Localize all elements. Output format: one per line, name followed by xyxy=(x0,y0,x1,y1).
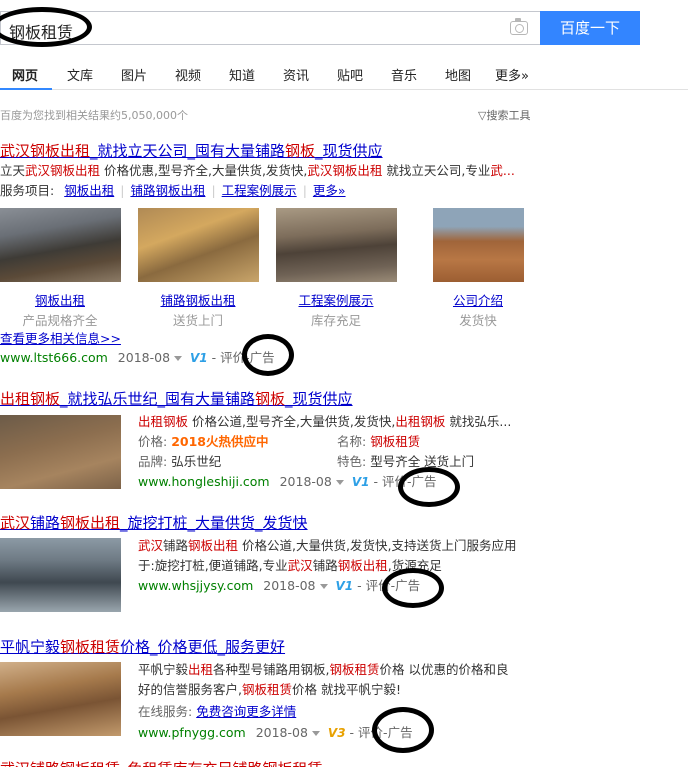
dropdown-arrow-icon[interactable] xyxy=(174,356,183,361)
thumb-caption-sub: 送货上门 xyxy=(172,313,223,328)
search-tools-button[interactable]: ▽搜索工具 xyxy=(478,107,530,123)
tab-tieba[interactable]: 贴吧 xyxy=(337,65,363,84)
result-4-title[interactable]: 平帆宁毅钢板租赁价格_价格更低_服务更好 xyxy=(0,636,285,657)
dropdown-arrow-icon[interactable] xyxy=(319,584,328,589)
result-1-services: 服务项目: 钢板出租 | 铺路钢板出租 | 工程案例展示 | 更多» xyxy=(0,183,346,198)
result-2-desc: 出租钢板 价格公道,型号齐全,大量供货,发货快,出租钢板 就找弘乐... xyxy=(138,414,512,429)
thumb-caption-sub: 库存充足 xyxy=(310,313,361,328)
result-1-meta: www.ltst666.com 2018-08 V1 - 评价-广告 xyxy=(0,350,275,365)
tab-music[interactable]: 音乐 xyxy=(391,65,417,84)
result-5-title-partial[interactable]: 武汉铺路钢板租赁_免租赁库存充足铺路钢板租赁 xyxy=(0,758,323,767)
verified-badge-icon[interactable]: V3 xyxy=(328,726,346,740)
camera-icon[interactable] xyxy=(510,18,528,35)
result-4-desc-line1: 平帆宁毅出租各种型号铺路用钢板,钢板租赁价格 以优惠的价格和良 xyxy=(138,662,509,677)
more-info-link[interactable]: 查看更多相关信息>> xyxy=(0,329,121,349)
search-tabs: 网页 文库 图片 视频 知道 资讯 贴吧 音乐 地图 更多» xyxy=(0,54,688,90)
result-1-thumb-3[interactable] xyxy=(276,208,397,282)
tab-images[interactable]: 图片 xyxy=(121,65,147,84)
result-url[interactable]: www.ltst666.com xyxy=(0,350,108,365)
circle-annotation xyxy=(382,568,444,608)
tab-web[interactable]: 网页 xyxy=(12,65,38,84)
result-2-brand: 品牌: 弘乐世纪 xyxy=(138,454,222,469)
result-4-online: 在线服务: 免费咨询更多详情 xyxy=(138,704,297,719)
result-1-thumb-2[interactable] xyxy=(138,208,259,282)
result-url[interactable]: www.whsjjysy.com xyxy=(138,578,253,593)
result-3-desc-line1: 武汉铺路钢板出租 价格公道,大量供货,发货快,支持送货上门服务应用 xyxy=(138,538,517,553)
service-link[interactable]: 更多» xyxy=(313,183,346,198)
tab-news[interactable]: 资讯 xyxy=(283,65,309,84)
tab-map[interactable]: 地图 xyxy=(445,65,471,84)
consult-link[interactable]: 免费咨询更多详情 xyxy=(196,704,296,719)
tab-more[interactable]: 更多» xyxy=(495,65,529,84)
result-2-title[interactable]: 出租钢板_就找弘乐世纪_囤有大量铺路钢板_现货供应 xyxy=(0,388,353,409)
dropdown-arrow-icon[interactable] xyxy=(335,480,344,485)
result-1-desc: 立天武汉钢板出租 价格优惠,型号齐全,大量供货,发货快,武汉钢板出租 就找立天公… xyxy=(0,163,515,178)
verified-badge-icon[interactable]: V1 xyxy=(336,579,354,593)
thumb-caption-link[interactable]: 公司介绍 xyxy=(418,290,538,309)
verified-badge-icon[interactable]: V1 xyxy=(352,475,370,489)
result-1-thumb-4[interactable] xyxy=(433,208,524,282)
active-tab-indicator xyxy=(0,88,52,90)
result-url[interactable]: www.hongleshiji.com xyxy=(138,474,270,489)
tab-zhidao[interactable]: 知道 xyxy=(229,65,255,84)
result-2-name: 名称: 钢板租赁 xyxy=(337,434,421,449)
thumb-caption-link[interactable]: 工程案例展示 xyxy=(276,290,396,309)
circle-annotation xyxy=(372,707,434,753)
result-count: 百度为您找到相关结果约5,050,000个 xyxy=(0,109,188,122)
result-3-meta: www.whsjjysy.com 2018-08 V1 - 评价-广告 xyxy=(138,578,421,593)
result-3-thumb[interactable] xyxy=(0,538,121,612)
service-link[interactable]: 铺路钢板出租 xyxy=(130,183,205,198)
thumb-caption-link[interactable]: 铺路钢板出租 xyxy=(138,290,258,309)
result-2-feature: 特色: 型号齐全 送货上门 xyxy=(337,454,475,469)
thumb-caption-sub: 发货快 xyxy=(459,313,497,328)
result-1-thumb-1[interactable] xyxy=(0,208,121,282)
result-4-thumb[interactable] xyxy=(0,662,121,736)
search-button[interactable]: 百度一下 xyxy=(540,11,640,45)
thumb-caption-sub: 产品规格齐全 xyxy=(22,313,98,328)
circle-annotation xyxy=(398,467,460,507)
result-4-desc-line2: 好的信誉服务客户,钢板租赁价格 就找平帆宁毅! xyxy=(138,682,401,697)
result-3-title[interactable]: 武汉铺路钢板出租_旋挖打桩_大量供货_发货快 xyxy=(0,512,308,533)
service-link[interactable]: 钢板出租 xyxy=(64,183,114,198)
result-1-title[interactable]: 武汉钢板出租_就找立天公司_囤有大量铺路钢板_现货供应 xyxy=(0,140,383,161)
service-link[interactable]: 工程案例展示 xyxy=(222,183,297,198)
result-url[interactable]: www.pfnygg.com xyxy=(138,725,246,740)
dropdown-arrow-icon[interactable] xyxy=(311,731,320,736)
result-2-meta: www.hongleshiji.com 2018-08 V1 - 评价-广告 xyxy=(138,474,437,489)
result-2-price: 价格: 2018火热供应中 xyxy=(138,434,269,449)
tab-wenku[interactable]: 文库 xyxy=(67,65,93,84)
circle-annotation xyxy=(242,334,294,376)
result-2-thumb[interactable] xyxy=(0,415,121,489)
tab-video[interactable]: 视频 xyxy=(175,65,201,84)
verified-badge-icon[interactable]: V1 xyxy=(190,351,208,365)
thumb-caption-link[interactable]: 钢板出租 xyxy=(0,290,120,309)
